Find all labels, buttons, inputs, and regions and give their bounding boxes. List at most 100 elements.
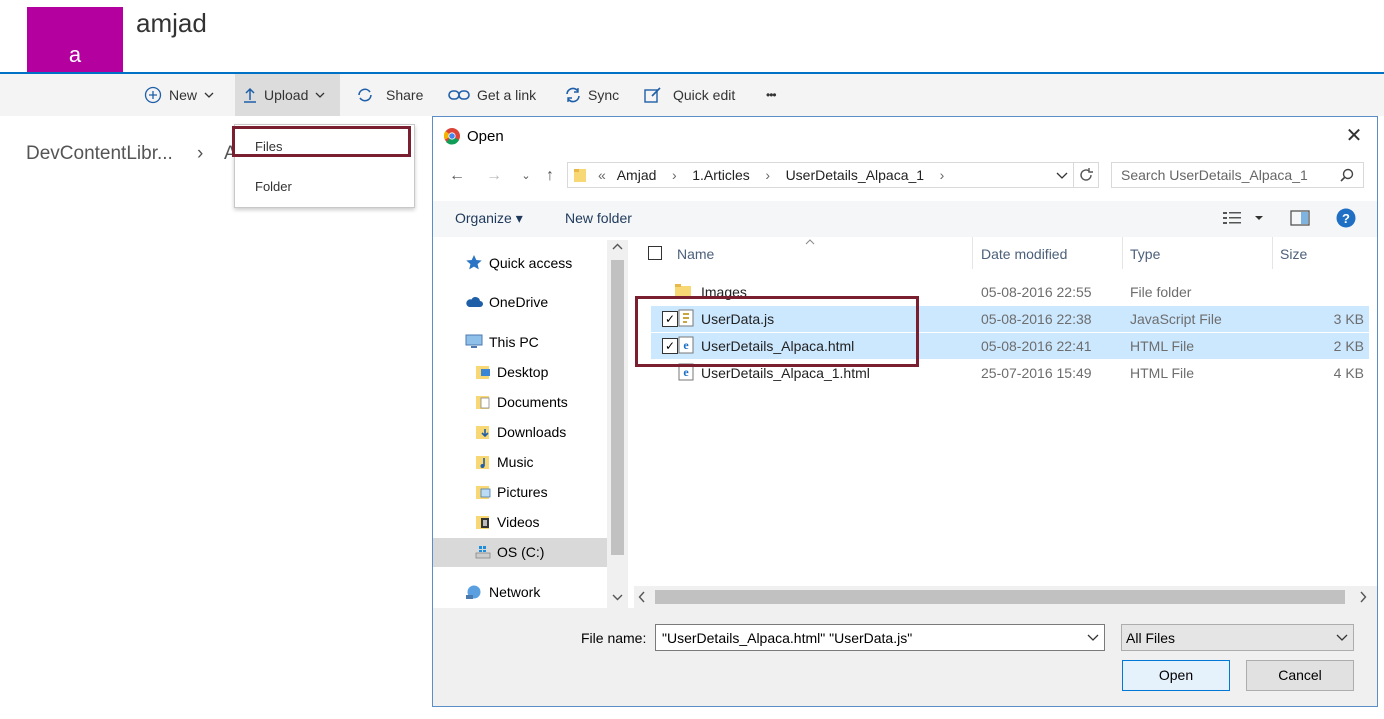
up-arrow-icon[interactable]: ↑ <box>540 167 560 187</box>
nav-music[interactable]: Music <box>475 454 534 470</box>
desktop-folder-icon <box>476 366 490 379</box>
nav-quick-access[interactable]: Quick access <box>465 254 572 272</box>
address-bar[interactable]: « Amjad › 1.Articles › UserDetails_Alpac… <box>567 162 1099 188</box>
address-segment-amjad[interactable]: Amjad <box>617 167 657 183</box>
search-placeholder: Search UserDetails_Alpaca_1 <box>1121 167 1308 183</box>
sync-label: Sync <box>588 87 620 103</box>
new-button[interactable]: New <box>136 74 222 116</box>
sort-ascending-icon <box>805 239 815 245</box>
file-date: 25-07-2016 15:49 <box>981 365 1092 381</box>
nav-label: Network <box>489 584 541 600</box>
recent-locations-chevron-icon[interactable]: ⌄ <box>516 169 536 189</box>
onedrive-cloud-icon <box>466 297 483 307</box>
scroll-right-icon[interactable] <box>1359 591 1367 603</box>
nav-downloads[interactable]: Downloads <box>475 424 566 440</box>
column-header-name[interactable]: Name <box>677 246 714 262</box>
file-name-input[interactable]: "UserDetails_Alpaca.html" "UserData.js" <box>655 624 1105 651</box>
open-button[interactable]: Open <box>1122 660 1230 691</box>
nav-label: OneDrive <box>489 294 549 310</box>
quick-edit-label: Quick edit <box>673 87 736 103</box>
help-icon[interactable]: ? <box>1336 208 1356 228</box>
nav-label: OS (C:) <box>497 544 545 560</box>
new-folder-button[interactable]: New folder <box>565 210 632 226</box>
nav-this-pc[interactable]: This PC <box>465 334 539 350</box>
search-box[interactable]: Search UserDetails_Alpaca_1 <box>1111 162 1364 188</box>
file-date: 05-08-2016 22:41 <box>981 338 1092 354</box>
file-name: UserDetails_Alpaca_1.html <box>701 365 870 381</box>
chevron-down-icon <box>1336 634 1348 641</box>
nav-videos[interactable]: Videos <box>475 514 540 530</box>
nav-scroll-thumb[interactable] <box>611 260 624 555</box>
address-dropdown-icon[interactable] <box>1056 172 1068 180</box>
upload-button[interactable]: Upload <box>235 74 340 116</box>
address-segment-articles[interactable]: 1.Articles <box>692 167 750 183</box>
nav-label: Music <box>497 454 534 470</box>
more-icon: ••• <box>766 88 777 102</box>
column-header-date[interactable]: Date modified <box>981 246 1067 262</box>
horizontal-scroll-thumb[interactable] <box>655 590 1345 604</box>
avatar-letter: a <box>68 42 82 67</box>
site-title[interactable]: amjad <box>136 8 207 39</box>
file-date: 05-08-2016 22:55 <box>981 284 1092 300</box>
file-type: JavaScript File <box>1130 311 1222 327</box>
share-label: Share <box>386 87 424 103</box>
scroll-left-icon[interactable] <box>638 591 646 603</box>
refresh-icon[interactable] <box>1078 167 1094 183</box>
address-segment-current[interactable]: UserDetails_Alpaca_1 <box>786 167 925 183</box>
column-header-size[interactable]: Size <box>1280 246 1307 262</box>
organize-button[interactable]: Organize ▾ <box>455 210 523 227</box>
share-button[interactable]: Share <box>348 74 431 116</box>
address-sep[interactable]: › <box>672 167 677 183</box>
chrome-icon <box>444 128 460 145</box>
scroll-up-icon[interactable] <box>612 243 623 251</box>
highlight-box-selected-files <box>635 296 919 367</box>
breadcrumb-library[interactable]: DevContentLibr... <box>26 143 173 165</box>
file-name-label: File name: <box>581 630 647 646</box>
cancel-button[interactable]: Cancel <box>1246 660 1354 691</box>
forward-arrow-icon[interactable]: → <box>484 167 504 187</box>
dialog-title: Open <box>467 128 504 145</box>
breadcrumb-separator: › <box>197 143 204 164</box>
close-icon[interactable]: ✕ <box>1341 123 1367 149</box>
file-type: HTML File <box>1130 365 1195 381</box>
scroll-down-icon[interactable] <box>612 593 623 601</box>
nav-documents[interactable]: Documents <box>475 394 568 410</box>
chevron-down-icon <box>315 92 325 98</box>
address-sep[interactable]: › <box>940 167 945 183</box>
address-overflow[interactable]: « <box>598 167 606 183</box>
view-details-icon[interactable] <box>1223 211 1245 225</box>
search-icon[interactable] <box>1340 168 1354 182</box>
view-dropdown-icon[interactable] <box>1254 215 1264 221</box>
sync-icon <box>566 87 580 103</box>
upload-arrow-icon <box>244 87 256 103</box>
nav-network[interactable]: Network <box>465 584 540 600</box>
get-link-button[interactable]: Get a link <box>440 74 544 116</box>
downloads-folder-icon <box>476 426 489 439</box>
nav-os-drive[interactable]: OS (C:) <box>475 544 544 560</box>
star-icon <box>466 255 482 270</box>
preview-pane-icon[interactable] <box>1290 210 1310 226</box>
sync-button[interactable]: Sync <box>557 74 627 116</box>
nav-pictures[interactable]: Pictures <box>475 484 548 500</box>
menu-item-folder[interactable]: Folder <box>255 179 292 194</box>
file-size: 3 KB <box>1333 311 1364 327</box>
column-divider <box>972 237 973 269</box>
column-header-type[interactable]: Type <box>1130 246 1160 262</box>
file-type-select[interactable]: All Files <box>1121 624 1354 651</box>
nav-desktop[interactable]: Desktop <box>475 364 548 380</box>
file-date: 05-08-2016 22:38 <box>981 311 1092 327</box>
select-all-checkbox[interactable] <box>648 246 662 260</box>
highlight-box-files <box>232 126 411 157</box>
more-button[interactable]: ••• <box>758 74 784 116</box>
back-arrow-icon[interactable]: ← <box>447 167 467 187</box>
nav-onedrive[interactable]: OneDrive <box>465 294 548 310</box>
chevron-down-icon <box>204 92 214 98</box>
svg-text:?: ? <box>1342 211 1350 226</box>
nav-label: This PC <box>489 334 539 350</box>
get-link-label: Get a link <box>477 87 537 103</box>
quick-edit-button[interactable]: Quick edit <box>636 74 743 116</box>
computer-icon <box>465 334 483 348</box>
new-label: New <box>169 87 198 103</box>
address-sep[interactable]: › <box>765 167 770 183</box>
chevron-down-icon[interactable] <box>1087 634 1099 642</box>
